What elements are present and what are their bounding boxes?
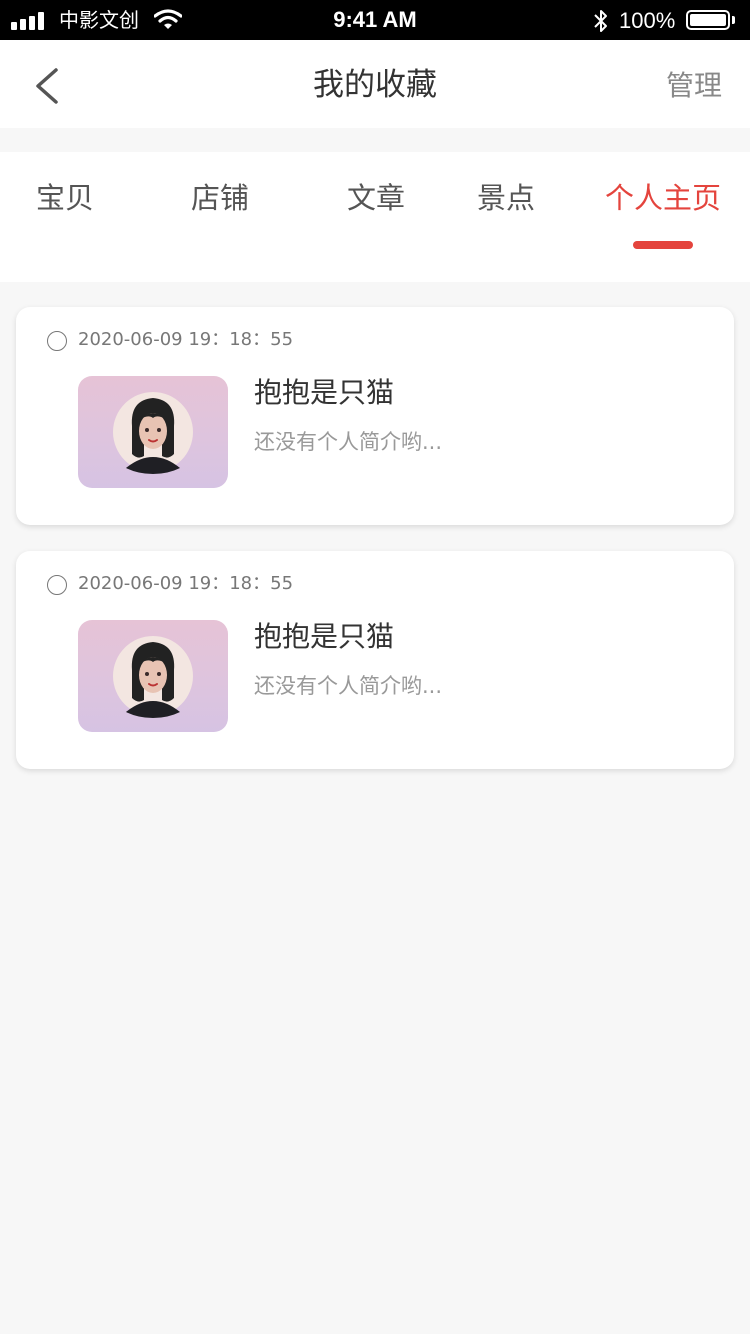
battery-cap <box>732 16 735 24</box>
page-title: 我的收藏 <box>313 67 437 103</box>
favorite-card[interactable]: 2020-06-09 19：18：55 抱抱是只猫 还没有个人简介哟... <box>16 307 734 525</box>
category-tabs: 宝贝 店铺 文章 景点 个人主页 <box>0 152 750 282</box>
favorite-timestamp: 2020-06-09 19：18：55 <box>78 573 294 594</box>
manage-button[interactable]: 管理 <box>666 66 722 106</box>
bluetooth-icon <box>594 10 607 32</box>
avatar[interactable] <box>78 620 228 732</box>
tab-personal-homepage[interactable]: 个人主页 <box>605 178 721 218</box>
profile-bio: 还没有个人简介哟... <box>254 674 443 698</box>
active-tab-indicator <box>633 241 693 249</box>
select-radio[interactable] <box>47 331 67 351</box>
profile-name[interactable]: 抱抱是只猫 <box>254 373 394 413</box>
favorite-timestamp: 2020-06-09 19：18：55 <box>78 329 294 350</box>
battery-percentage: 100% <box>619 8 676 33</box>
profile-name[interactable]: 抱抱是只猫 <box>254 617 394 657</box>
profile-bio: 还没有个人简介哟... <box>254 430 443 454</box>
tab-scenic-spot[interactable]: 景点 <box>477 178 535 218</box>
select-radio[interactable] <box>47 575 67 595</box>
avatar[interactable] <box>78 376 228 488</box>
battery-icon <box>686 10 730 30</box>
tab-article[interactable]: 文章 <box>347 178 405 218</box>
status-bar: 中影文创 9:41 AM 100% <box>0 0 750 40</box>
favorite-card[interactable]: 2020-06-09 19：18：55 抱抱是只猫 还没有个人简介哟... <box>16 551 734 769</box>
nav-bar: 我的收藏 管理 <box>0 40 750 128</box>
tab-baobei[interactable]: 宝贝 <box>36 178 94 218</box>
tab-shop[interactable]: 店铺 <box>191 178 249 218</box>
